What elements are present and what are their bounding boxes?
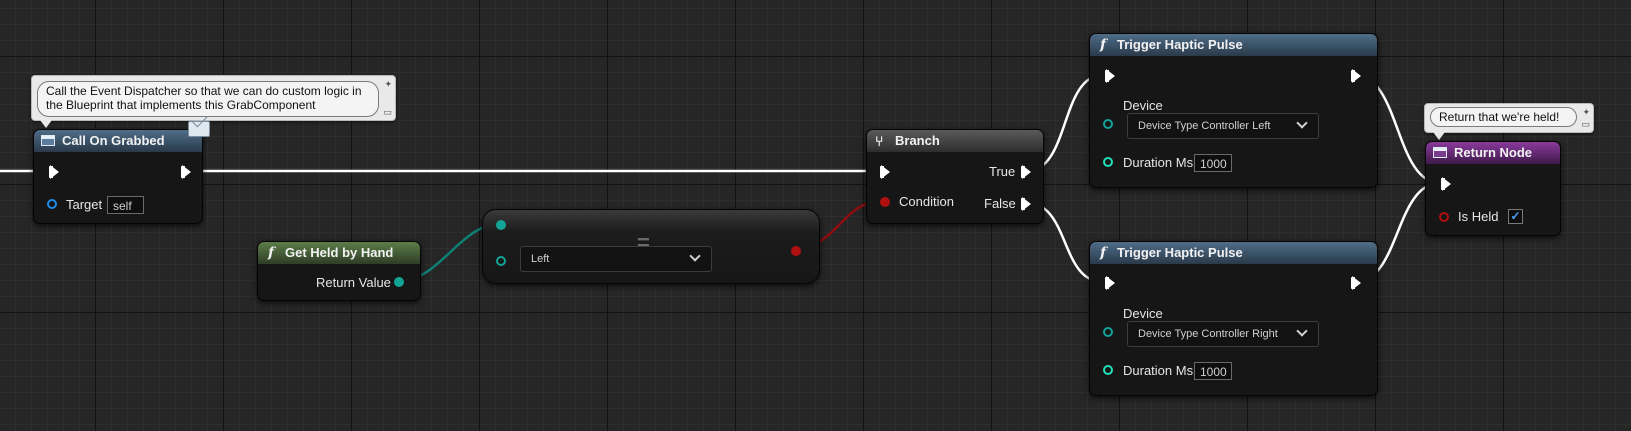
collapse-icon[interactable]: ▭ xyxy=(383,107,392,118)
is-held-checkbox[interactable]: ✓ xyxy=(1508,209,1523,224)
duration-value[interactable]: 1000 xyxy=(1194,362,1232,380)
pin-icon[interactable]: ✦ xyxy=(384,79,392,90)
bool-out-pin[interactable] xyxy=(791,246,801,256)
device-pin[interactable] xyxy=(1103,327,1113,337)
node-header[interactable]: Call On Grabbed xyxy=(34,130,202,152)
dropdown-value: Device Type Controller Left xyxy=(1138,120,1271,132)
duration-label: Duration Ms xyxy=(1123,363,1194,378)
true-exec-pin[interactable] xyxy=(1021,165,1031,179)
target-value[interactable]: self xyxy=(107,196,144,214)
equal-enum-node[interactable]: = Left xyxy=(482,209,820,284)
get-held-by-hand-node[interactable]: f Get Held by Hand Return Value xyxy=(257,241,421,301)
function-icon: f xyxy=(1100,37,1107,53)
enum-dropdown[interactable]: Left xyxy=(520,246,712,272)
function-icon: f xyxy=(268,245,275,261)
node-title: Trigger Haptic Pulse xyxy=(1117,37,1243,52)
exec-in-pin[interactable] xyxy=(49,165,59,179)
branch-node[interactable]: ⑂ Branch True Condition False xyxy=(866,129,1044,224)
node-header[interactable]: f Get Held by Hand xyxy=(258,242,420,264)
comment-text: Return that we're held! xyxy=(1430,107,1577,127)
false-label: False xyxy=(984,196,1016,211)
is-held-label: Is Held xyxy=(1458,209,1499,224)
device-label: Device xyxy=(1123,306,1163,321)
branch-icon: ⑂ xyxy=(875,133,884,149)
function-icon: f xyxy=(1100,245,1107,261)
node-title: Get Held by Hand xyxy=(285,245,394,260)
comment-bubble[interactable]: Call the Event Dispatcher so that we can… xyxy=(31,75,396,128)
enum-b-pin[interactable] xyxy=(496,256,506,266)
device-dropdown[interactable]: Device Type Controller Right xyxy=(1127,321,1319,347)
chevron-down-icon xyxy=(689,250,701,262)
condition-pin[interactable] xyxy=(880,197,890,207)
false-exec-pin[interactable] xyxy=(1021,197,1031,211)
exec-in-pin[interactable] xyxy=(1105,276,1115,290)
device-pin[interactable] xyxy=(1103,119,1113,129)
duration-label: Duration Ms xyxy=(1123,155,1194,170)
node-header[interactable]: f Trigger Haptic Pulse xyxy=(1090,34,1377,56)
comment-text: Call the Event Dispatcher so that we can… xyxy=(37,81,379,117)
node-title: Trigger Haptic Pulse xyxy=(1117,245,1243,260)
duration-pin[interactable] xyxy=(1103,157,1113,167)
return-comment-bubble[interactable]: Return that we're held! ✦ ▭ xyxy=(1424,103,1594,140)
exec-in-pin[interactable] xyxy=(1105,69,1115,83)
device-dropdown[interactable]: Device Type Controller Left xyxy=(1127,113,1319,139)
chevron-down-icon xyxy=(1296,117,1308,129)
return-value-label: Return Value xyxy=(316,275,391,290)
node-header[interactable]: ⑂ Branch xyxy=(867,130,1043,152)
enum-a-pin[interactable] xyxy=(496,220,506,230)
return-value-pin[interactable] xyxy=(394,277,404,287)
exec-out-pin[interactable] xyxy=(181,165,191,179)
node-title: Return Node xyxy=(1454,145,1532,160)
exec-out-pin[interactable] xyxy=(1351,69,1361,83)
chevron-down-icon xyxy=(1296,325,1308,337)
event-dispatcher-icon xyxy=(41,135,55,146)
dropdown-value: Device Type Controller Right xyxy=(1138,328,1278,340)
device-label: Device xyxy=(1123,98,1163,113)
node-header[interactable]: Return Node xyxy=(1426,142,1560,164)
is-held-pin[interactable] xyxy=(1439,212,1449,222)
node-header[interactable]: f Trigger Haptic Pulse xyxy=(1090,242,1377,264)
envelope-icon xyxy=(188,121,210,137)
node-title: Call On Grabbed xyxy=(62,133,165,148)
return-node[interactable]: Return Node Is Held ✓ xyxy=(1425,141,1561,236)
target-pin[interactable] xyxy=(47,199,57,209)
trigger-haptic-pulse-right-node[interactable]: f Trigger Haptic Pulse Device Device Typ… xyxy=(1089,241,1378,396)
duration-value[interactable]: 1000 xyxy=(1194,154,1232,172)
true-label: True xyxy=(989,164,1016,179)
return-node-icon xyxy=(1433,147,1447,158)
exec-out-pin[interactable] xyxy=(1351,276,1361,290)
call-on-grabbed-node[interactable]: Call On Grabbed Target self xyxy=(33,129,203,224)
pin-icon[interactable]: ✦ xyxy=(1582,107,1590,118)
target-label: Target xyxy=(66,197,103,212)
exec-in-pin[interactable] xyxy=(1441,177,1451,191)
node-title: Branch xyxy=(895,133,940,148)
collapse-icon[interactable]: ▭ xyxy=(1581,119,1590,130)
trigger-haptic-pulse-left-node[interactable]: f Trigger Haptic Pulse Device Device Typ… xyxy=(1089,33,1378,188)
exec-in-pin[interactable] xyxy=(880,165,890,179)
condition-label: Condition xyxy=(899,194,954,209)
dropdown-value: Left xyxy=(531,253,550,265)
duration-pin[interactable] xyxy=(1103,365,1113,375)
